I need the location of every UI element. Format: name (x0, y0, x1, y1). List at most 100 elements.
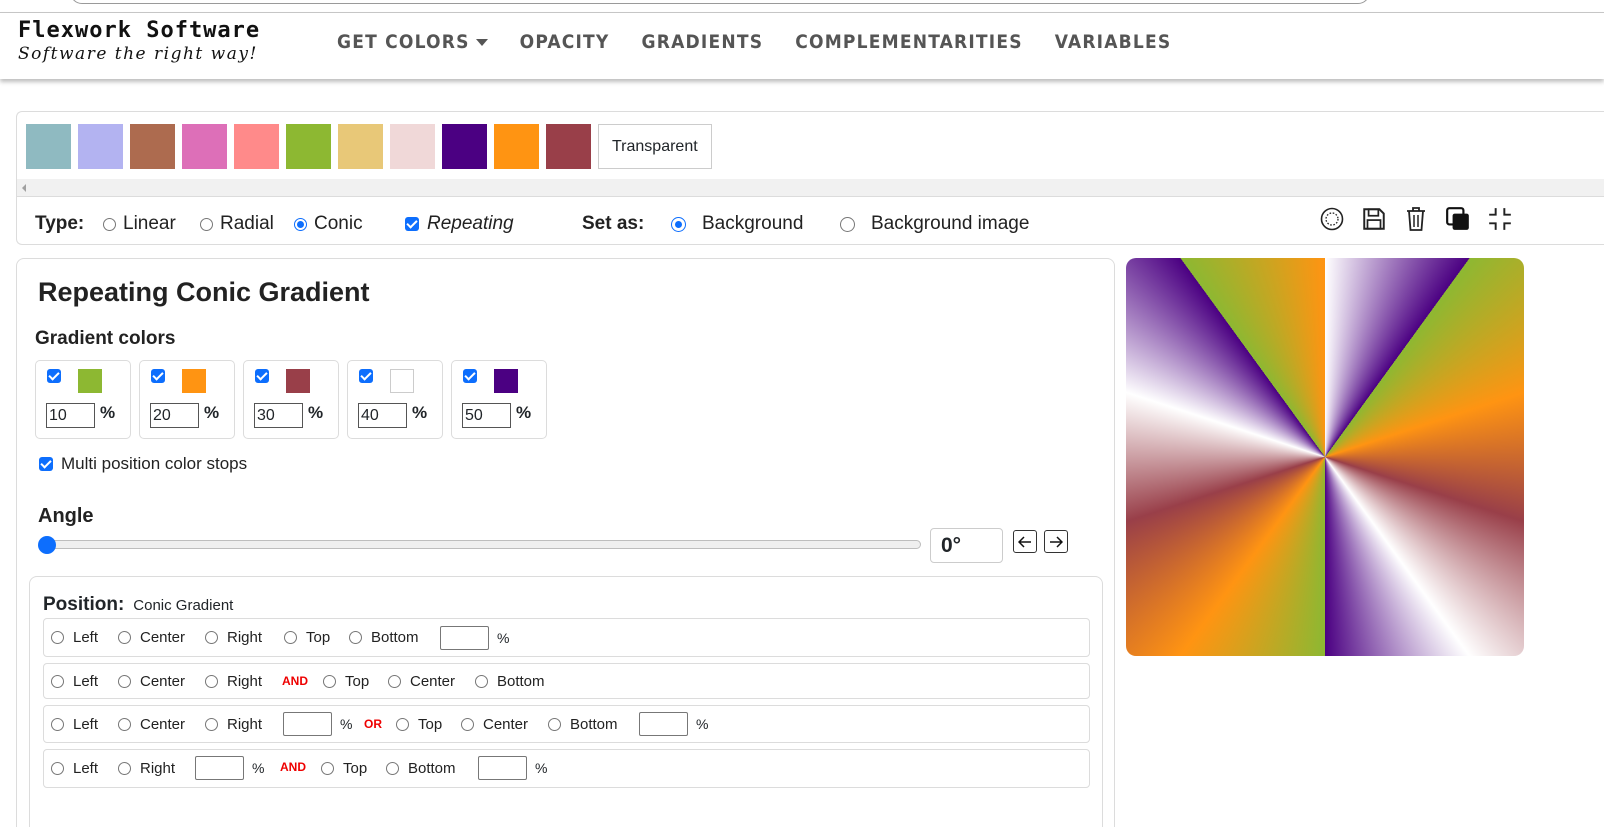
color-swatch[interactable] (546, 124, 591, 169)
type-conic-radio[interactable]: Conic (294, 213, 363, 235)
pos2-right-label: Right (227, 673, 263, 690)
pos4-top-label: Top (343, 760, 368, 777)
pos1-center-radio[interactable]: Center (118, 629, 185, 646)
stop-enabled-checkbox[interactable] (151, 369, 165, 383)
pos3-center-v-radio[interactable]: Center (461, 716, 528, 733)
angle-value[interactable]: 0° (930, 528, 1003, 563)
nav-variables[interactable]: VARIABLES (1055, 31, 1172, 53)
radio-icon (548, 718, 561, 731)
horizontal-scrollbar[interactable] (17, 179, 1604, 196)
nav-get-colors[interactable]: GET COLORS (337, 31, 488, 53)
stop-enabled-checkbox[interactable] (463, 369, 477, 383)
radio-icon (461, 718, 474, 731)
scroll-left-icon[interactable] (22, 184, 26, 192)
pos3-y-percent-input[interactable] (639, 712, 688, 736)
type-conic-label: Conic (314, 213, 363, 234)
angle-slider-thumb[interactable] (38, 536, 56, 554)
stop-enabled-checkbox[interactable] (255, 369, 269, 383)
set-background-radio[interactable]: Background (671, 213, 803, 235)
radio-icon (51, 631, 64, 644)
radio-icon (51, 762, 64, 775)
color-swatch[interactable] (286, 124, 331, 169)
pos3-left-radio[interactable]: Left (51, 716, 98, 733)
pos4-x-percent-input[interactable] (195, 756, 244, 780)
stop-position-input[interactable]: 40 (358, 403, 407, 428)
stop-position-input[interactable]: 20 (150, 403, 199, 428)
stop-percent-sign: % (516, 403, 532, 422)
stop-color-picker[interactable] (494, 369, 518, 393)
stop-color-picker[interactable] (286, 369, 310, 393)
radio-icon (118, 675, 131, 688)
type-linear-radio[interactable]: Linear (103, 213, 176, 235)
radio-selected-icon (294, 217, 307, 231)
toolbar (1318, 205, 1514, 233)
radio-icon (323, 675, 336, 688)
circle-dots-icon[interactable] (1318, 205, 1346, 233)
stop-position-input[interactable]: 10 (46, 403, 95, 428)
radio-icon (321, 762, 334, 775)
compress-icon[interactable] (1486, 205, 1514, 233)
pos2-left-radio[interactable]: Left (51, 673, 98, 690)
set-background-image-radio[interactable]: Background image (840, 213, 1029, 235)
pos3-x-percent-input[interactable] (283, 712, 332, 736)
pos4-top-radio[interactable]: Top (321, 760, 367, 777)
multi-position-checkbox[interactable]: Multi position color stops (39, 454, 247, 474)
position-row-1: Left Center Right Top Bottom % (43, 618, 1090, 657)
radio-icon (200, 217, 213, 231)
pos4-left-radio[interactable]: Left (51, 760, 98, 777)
stop-color-picker[interactable] (390, 369, 414, 393)
trash-icon[interactable] (1402, 205, 1430, 233)
copy-icon[interactable] (1444, 205, 1472, 233)
radio-icon (475, 675, 488, 688)
stop-enabled-checkbox[interactable] (359, 369, 373, 383)
pos2-center-v-radio[interactable]: Center (388, 673, 455, 690)
color-swatch[interactable] (338, 124, 383, 169)
stop-color-picker[interactable] (78, 369, 102, 393)
pos1-left-radio[interactable]: Left (51, 629, 98, 646)
pos2-right-radio[interactable]: Right (205, 673, 262, 690)
color-swatch[interactable] (78, 124, 123, 169)
pos3-top-radio[interactable]: Top (396, 716, 442, 733)
stop-enabled-checkbox[interactable] (47, 369, 61, 383)
pos2-center-radio[interactable]: Center (118, 673, 185, 690)
repeating-checkbox[interactable]: Repeating (405, 213, 514, 235)
stop-position-input[interactable]: 30 (254, 403, 303, 428)
pos3-left-label: Left (73, 716, 99, 733)
angle-decrease-button[interactable] (1013, 530, 1037, 553)
pos2-center-label: Center (140, 673, 186, 690)
color-swatch[interactable] (494, 124, 539, 169)
transparent-button[interactable]: Transparent (598, 124, 712, 169)
nav-gradients[interactable]: GRADIENTS (641, 31, 763, 53)
color-swatch[interactable] (390, 124, 435, 169)
brand-logo[interactable]: Flexwork Software Software the right way… (18, 18, 260, 64)
color-swatch[interactable] (130, 124, 175, 169)
pos4-right-label: Right (140, 760, 176, 777)
pos2-top-radio[interactable]: Top (323, 673, 369, 690)
pos3-center-radio[interactable]: Center (118, 716, 185, 733)
pos3-bottom-radio[interactable]: Bottom (548, 716, 618, 733)
type-radial-radio[interactable]: Radial (200, 213, 274, 235)
pos1-top-radio[interactable]: Top (284, 629, 330, 646)
nav-complementarities[interactable]: COMPLEMENTARITIES (795, 31, 1023, 53)
stop-color-picker[interactable] (182, 369, 206, 393)
color-swatch[interactable] (442, 124, 487, 169)
save-icon[interactable] (1360, 205, 1388, 233)
angle-slider-track[interactable] (39, 540, 921, 549)
angle-increase-button[interactable] (1044, 530, 1068, 553)
pos3-right-radio[interactable]: Right (205, 716, 262, 733)
position-panel: Position: Conic Gradient Left Center Rig… (29, 576, 1103, 827)
pos4-right-radio[interactable]: Right (118, 760, 175, 777)
nav-opacity[interactable]: OPACITY (520, 31, 610, 53)
color-swatch[interactable] (26, 124, 71, 169)
color-swatch[interactable] (182, 124, 227, 169)
stop-percent-sign: % (100, 403, 116, 422)
pos4-y-percent-input[interactable] (478, 756, 527, 780)
pos2-bottom-radio[interactable]: Bottom (475, 673, 545, 690)
pos4-bottom-radio[interactable]: Bottom (386, 760, 456, 777)
color-swatch[interactable] (234, 124, 279, 169)
pos1-right-radio[interactable]: Right (205, 629, 262, 646)
stop-position-input[interactable]: 50 (462, 403, 511, 428)
pos1-percent-input[interactable] (440, 626, 489, 650)
pos1-bottom-radio[interactable]: Bottom (349, 629, 419, 646)
gradient-editor-card: Repeating Conic Gradient Gradient colors… (16, 258, 1115, 827)
